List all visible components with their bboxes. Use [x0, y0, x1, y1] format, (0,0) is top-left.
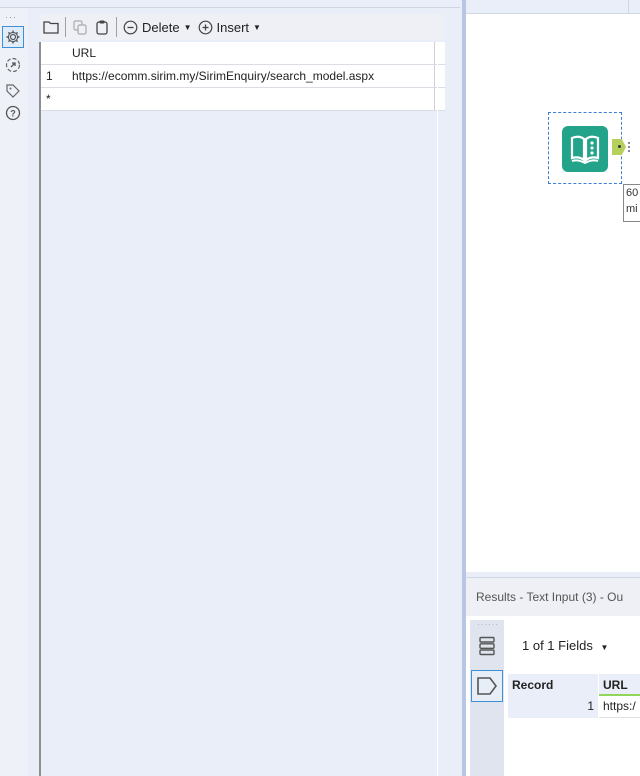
- table-view-button[interactable]: [475, 634, 499, 658]
- copy-button[interactable]: [69, 16, 91, 38]
- help-icon: ?: [5, 105, 21, 121]
- configuration-panel: ··· ? Delete ▼ Insert ▼ URL 1 https://ec…: [0, 0, 464, 776]
- paste-button[interactable]: [91, 16, 113, 38]
- table-row: 1 https://ecomm.sirim.my/SirimEnquiry/se…: [41, 65, 445, 88]
- panel-top-strip: [0, 0, 460, 8]
- results-panel: ······ 1 of 1 Fields ▼ Record URL 1 http…: [466, 616, 640, 776]
- sidebar-item-output[interactable]: [2, 54, 24, 76]
- grid-header-row: URL: [41, 42, 445, 65]
- column-header-url[interactable]: URL: [599, 674, 640, 696]
- sidebar-item-help[interactable]: ?: [2, 102, 24, 124]
- text-input-grid: URL 1 https://ecomm.sirim.my/SirimEnquir…: [39, 42, 447, 776]
- url-cell[interactable]: https:/: [599, 696, 640, 718]
- gear-icon: [6, 30, 20, 44]
- sidebar-item-annotation[interactable]: [2, 80, 24, 102]
- column-header-record[interactable]: Record: [508, 674, 599, 696]
- config-sidebar: ··· ?: [0, 8, 28, 776]
- insert-button[interactable]: Insert ▼: [195, 16, 264, 38]
- column-header[interactable]: URL: [72, 42, 435, 64]
- copy-icon: [73, 20, 87, 35]
- table-row: 1 https:/: [508, 696, 640, 718]
- new-row-marker: *: [46, 92, 51, 106]
- results-sidebar: ······: [470, 620, 504, 776]
- plus-circle-icon: [198, 20, 212, 34]
- sidebar-grip[interactable]: ···: [5, 12, 17, 22]
- delete-label: Delete: [142, 19, 180, 35]
- open-button[interactable]: [40, 16, 62, 38]
- results-title: Results - Text Input (3) - Ou: [476, 590, 624, 604]
- grid-right-edge: [437, 42, 438, 776]
- svg-text:?: ?: [10, 109, 16, 119]
- insert-label: Insert: [216, 19, 250, 35]
- toolbar-separator: [116, 17, 117, 37]
- table-rows-icon: [479, 636, 495, 656]
- results-header: Results - Text Input (3) - Ou: [466, 577, 640, 617]
- tag-icon: [6, 84, 20, 98]
- book-icon: [570, 135, 600, 165]
- metadata-view-button[interactable]: [471, 670, 503, 702]
- chevron-down-icon: ▼: [183, 22, 192, 32]
- workflow-canvas[interactable]: 60 mi: [466, 14, 640, 572]
- minus-circle-icon: [123, 20, 138, 34]
- folder-icon: [43, 21, 59, 34]
- row-number: 1: [46, 69, 53, 83]
- connection-stub: [628, 142, 636, 152]
- record-number: 1: [508, 696, 599, 718]
- chevron-down-icon: ▼: [600, 643, 609, 652]
- canvas-tab-strip: [466, 0, 640, 14]
- new-row: *: [41, 88, 445, 111]
- text-input-tool[interactable]: [562, 126, 608, 172]
- anchor-dot: [618, 145, 621, 148]
- toolbar-separator: [65, 17, 66, 37]
- grid-toolbar: Delete ▼ Insert ▼: [40, 14, 444, 40]
- tool-annotation: 60 mi: [623, 184, 640, 222]
- anchor-arrow-icon: [5, 57, 21, 73]
- results-grip[interactable]: ······: [477, 620, 499, 629]
- grid-cell[interactable]: https://ecomm.sirim.my/SirimEnquiry/sear…: [72, 65, 435, 87]
- delete-button[interactable]: Delete ▼: [120, 16, 195, 38]
- sidebar-item-configuration[interactable]: [2, 26, 24, 48]
- results-header-row: Record URL: [508, 674, 640, 696]
- chevron-down-icon: ▼: [253, 22, 261, 32]
- paste-icon: [96, 20, 108, 35]
- new-row-cell[interactable]: [72, 88, 435, 110]
- fields-selector[interactable]: 1 of 1 Fields ▼: [522, 638, 608, 653]
- results-table: Record URL 1 https:/: [508, 674, 640, 718]
- row-number-header: [41, 42, 72, 64]
- tag-shape-icon: [477, 677, 497, 695]
